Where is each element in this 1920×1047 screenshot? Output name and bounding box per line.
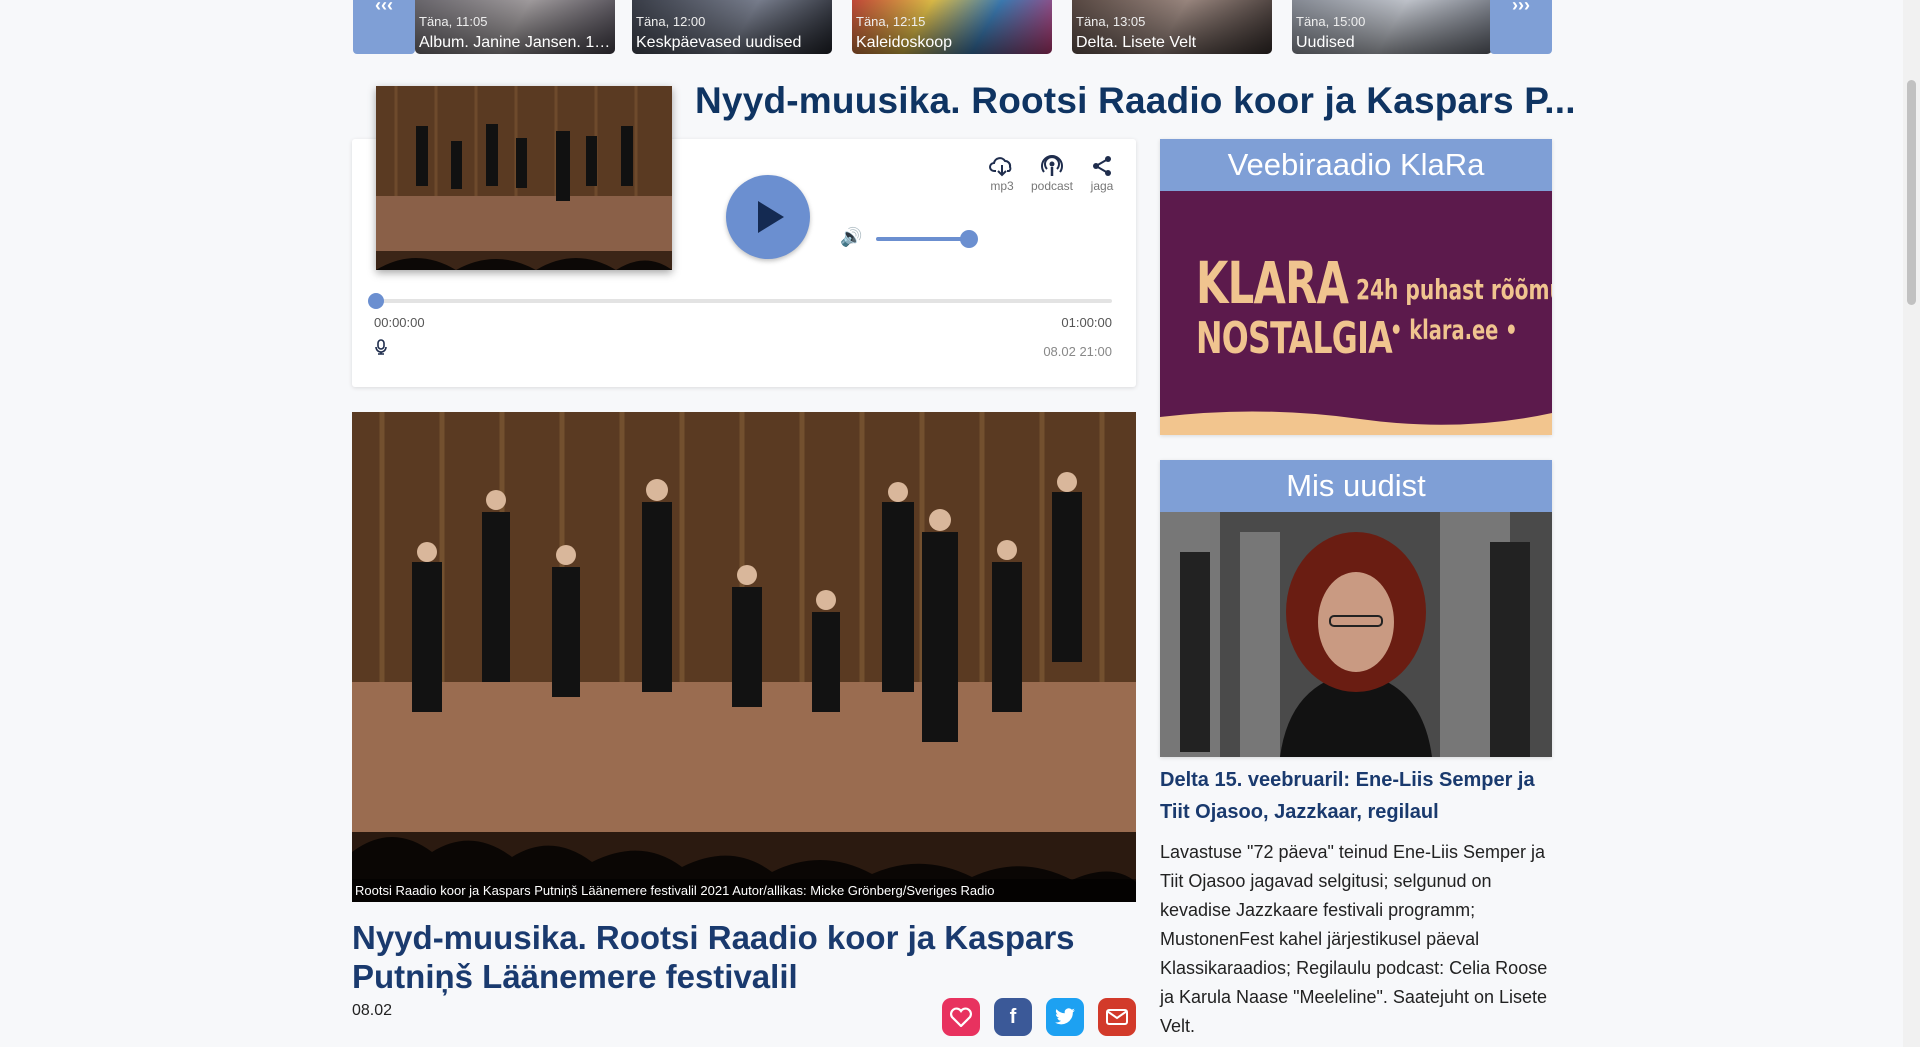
page-scrollbar[interactable] — [1903, 0, 1920, 1047]
episode-thumbnail — [376, 86, 672, 270]
air-date: 08.02 21:00 — [1043, 344, 1112, 359]
klara-banner-title: KLARA NOSTALGIA — [1196, 249, 1393, 364]
carousel-item-title: Album. Janine Jansen. 12 ... — [419, 34, 613, 51]
carousel-item-time: Täna, 12:15 — [856, 14, 926, 29]
facebook-share-button[interactable]: f — [994, 998, 1032, 1036]
play-button[interactable] — [726, 175, 810, 259]
carousel-item[interactable]: Täna, 11:05 Album. Janine Jansen. 12 ... — [415, 0, 615, 54]
cloud-download-icon — [982, 155, 1022, 177]
page-title: Nyyd-muusika. Rootsi Raadio koor ja Kasp… — [695, 80, 1576, 121]
download-mp3-button[interactable]: mp3 — [982, 155, 1022, 193]
carousel-item-time: Täna, 13:05 — [1076, 14, 1146, 29]
email-icon — [1106, 1008, 1128, 1030]
tool-label: jaga — [1090, 179, 1114, 193]
carousel-item-time: Täna, 12:00 — [636, 14, 706, 29]
carousel-item[interactable]: Täna, 13:05 Delta. Lisete Velt — [1072, 0, 1272, 54]
carousel-next-button[interactable]: ››› — [1490, 0, 1552, 54]
image-caption: Rootsi Raadio koor ja Kaspars Putniņš Lä… — [352, 879, 1136, 902]
share-icon — [1085, 155, 1119, 177]
email-share-button[interactable] — [1098, 998, 1136, 1036]
klara-banner-url: • klara.ee • — [1390, 315, 1518, 346]
heart-icon — [950, 1007, 972, 1032]
carousel-item[interactable]: Täna, 12:00 Keskpäevased uudised — [632, 0, 832, 54]
carousel-item-title: Uudised — [1296, 34, 1355, 51]
facebook-icon: f — [1009, 1006, 1017, 1028]
like-button[interactable] — [942, 998, 980, 1036]
schedule-carousel: ‹‹‹ Täna, 11:05 Album. Janine Jansen. 12… — [353, 0, 1552, 54]
twitter-share-button[interactable] — [1046, 998, 1084, 1036]
current-time: 00:00:00 — [374, 315, 425, 330]
microphone-icon[interactable] — [374, 339, 388, 359]
klara-widget-heading: Veebiraadio KlaRa — [1160, 139, 1552, 191]
news-widget: Mis uudist — [1160, 460, 1552, 757]
progress-knob[interactable] — [368, 293, 384, 309]
volume-icon[interactable]: 🔊 — [840, 227, 862, 248]
total-duration: 01:00:00 — [1061, 315, 1112, 330]
carousel-item-title: Kaleidoskoop — [856, 34, 953, 51]
article-image: Rootsi Raadio koor ja Kaspars Putniņš Lä… — [352, 412, 1136, 902]
podcast-button[interactable]: podcast — [1026, 155, 1078, 193]
carousel-item-title: Delta. Lisete Velt — [1076, 34, 1197, 51]
carousel-item-time: Täna, 15:00 — [1296, 14, 1366, 29]
carousel-item[interactable]: Täna, 12:15 Kaleidoskoop — [852, 0, 1052, 54]
article-date: 08.02 — [352, 1002, 393, 1019]
article-title: Nyyd-muusika. Rootsi Raadio koor ja Kasp… — [352, 919, 1075, 995]
carousel-item-title: Keskpäevased uudised — [636, 34, 802, 51]
news-widget-heading: Mis uudist — [1160, 460, 1552, 512]
tool-label: podcast — [1030, 179, 1074, 193]
klara-widget: Veebiraadio KlaRa KLARA NOSTALGIA 24h pu… — [1160, 139, 1552, 435]
carousel-item-time: Täna, 11:05 — [419, 14, 488, 29]
news-image[interactable] — [1160, 512, 1552, 757]
news-summary: Lavastuse "72 päeva" teinud Ene-Liis Sem… — [1160, 842, 1548, 1036]
scrollbar-thumb[interactable] — [1907, 80, 1916, 305]
klara-banner[interactable]: KLARA NOSTALGIA 24h puhast rõõmu! • klar… — [1160, 191, 1552, 435]
twitter-icon — [1054, 1008, 1076, 1031]
banner-wave — [1160, 411, 1552, 435]
tool-label: mp3 — [990, 179, 1014, 193]
progress-bar[interactable] — [374, 299, 1112, 303]
carousel-prev-button[interactable]: ‹‹‹ — [353, 0, 415, 54]
klara-banner-slogan: 24h puhast rõõmu! — [1356, 273, 1552, 306]
podcast-icon — [1026, 155, 1078, 177]
carousel-item[interactable]: Täna, 15:00 Uudised — [1292, 0, 1492, 54]
news-headline-link[interactable]: Delta 15. veebruaril: Ene-Liis Semper ja… — [1160, 764, 1552, 828]
volume-slider-knob[interactable] — [960, 230, 978, 248]
share-button[interactable]: jaga — [1085, 155, 1119, 193]
